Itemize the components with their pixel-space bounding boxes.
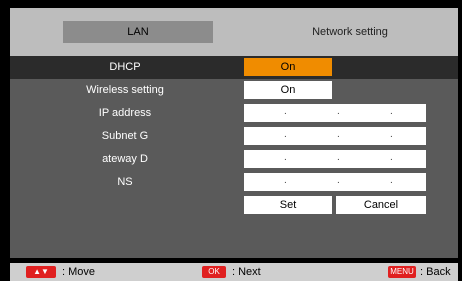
tab-network-setting[interactable]: Network setting	[280, 21, 420, 43]
gateway-dot: .	[390, 152, 393, 163]
ok-key-icon: OK	[202, 266, 226, 278]
action-row: Set Cancel	[10, 194, 458, 217]
gateway-label: ateway D	[102, 153, 148, 165]
gateway-dot: .	[337, 152, 340, 163]
set-button[interactable]: Set	[244, 196, 332, 214]
dns-row[interactable]: NS . . .	[10, 171, 458, 194]
ip-dot: .	[284, 106, 287, 117]
dhcp-value[interactable]: On	[244, 58, 332, 76]
subnet-dot: .	[337, 129, 340, 140]
tab-lan[interactable]: LAN	[63, 21, 213, 43]
gateway-field[interactable]: . . .	[244, 150, 426, 168]
dns-dot: .	[337, 175, 340, 186]
cancel-button[interactable]: Cancel	[336, 196, 426, 214]
wireless-setting-label: Wireless setting	[86, 84, 164, 96]
gateway-row[interactable]: ateway D . . .	[10, 148, 458, 171]
dns-dot: .	[284, 175, 287, 186]
subnet-label: Subnet G	[101, 130, 149, 142]
wireless-setting-value[interactable]: On	[244, 81, 332, 99]
subnet-field[interactable]: . . .	[244, 127, 426, 145]
menu-key-icon: MENU	[388, 266, 416, 278]
dns-dot: .	[390, 175, 393, 186]
ip-address-row[interactable]: IP address . . .	[10, 102, 458, 125]
subnet-dot: .	[390, 129, 393, 140]
dns-field[interactable]: . . .	[244, 173, 426, 191]
back-hint: : Back	[420, 266, 451, 278]
dns-label: NS	[117, 176, 133, 188]
ip-dot: .	[390, 106, 393, 117]
ip-address-field[interactable]: . . .	[244, 104, 426, 122]
ip-dot: .	[337, 106, 340, 117]
status-bar: ▲▼ : Move OK : Next MENU : Back	[10, 263, 458, 281]
subnet-dot: .	[284, 129, 287, 140]
move-hint: : Move	[62, 266, 96, 278]
tab-bar: LAN Network setting	[10, 8, 458, 56]
subnet-row[interactable]: Subnet G . . .	[10, 125, 458, 148]
up-down-arrows-icon: ▲▼	[26, 266, 56, 278]
ip-address-label: IP address	[98, 107, 152, 119]
settings-list: DHCP On Wireless setting On IP address .…	[10, 56, 458, 258]
dhcp-row[interactable]: DHCP On	[10, 56, 458, 79]
wireless-setting-row[interactable]: Wireless setting On	[10, 79, 458, 102]
next-hint: : Next	[232, 266, 261, 278]
dhcp-label: DHCP	[109, 61, 141, 73]
network-setting-panel: LAN Network setting DHCP On Wireless set…	[10, 8, 458, 258]
gateway-dot: .	[284, 152, 287, 163]
